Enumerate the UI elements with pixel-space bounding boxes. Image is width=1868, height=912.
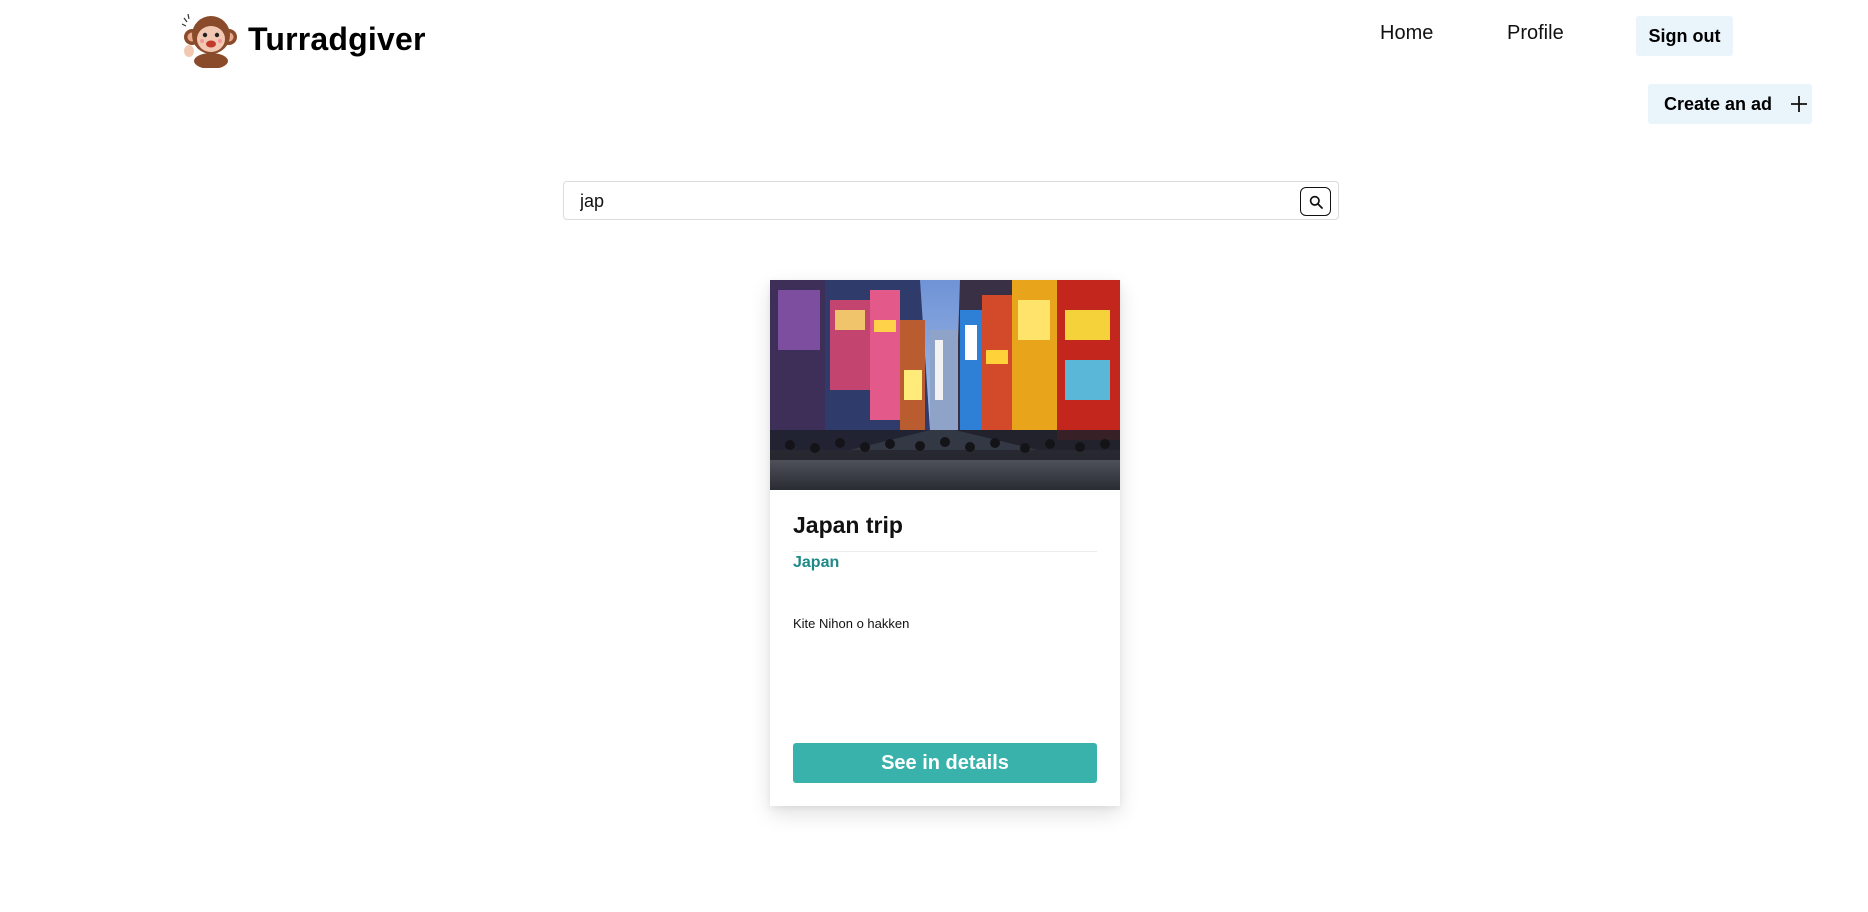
nav-profile-link[interactable]: Profile — [1507, 22, 1564, 45]
nav-home-link[interactable]: Home — [1380, 22, 1433, 45]
plus-icon — [1791, 96, 1808, 112]
ad-title: Japan trip — [793, 512, 903, 538]
search-icon — [1309, 195, 1323, 209]
ad-card-body: Japan trip Japan Kite Nihon o hakken See… — [770, 490, 1120, 806]
ad-divider — [793, 551, 1097, 552]
ad-card-image — [770, 280, 1120, 490]
brand-title: Turradgiver — [248, 20, 426, 57]
create-ad-label: Create an ad — [1664, 93, 1773, 114]
ad-card: Japan trip Japan Kite Nihon o hakken See… — [770, 280, 1120, 806]
search-button[interactable] — [1300, 187, 1331, 216]
see-details-button[interactable]: See in details — [793, 743, 1097, 783]
sign-out-button[interactable]: Sign out — [1636, 16, 1733, 56]
brand[interactable]: Turradgiver — [180, 10, 426, 68]
page: Turradgiver Home Profile Sign out Create… — [0, 0, 1868, 912]
create-ad-button[interactable]: Create an ad — [1648, 84, 1812, 124]
search-input[interactable] — [576, 188, 1266, 214]
ad-description: Kite Nihon o hakken — [793, 616, 910, 631]
ad-location: Japan — [793, 554, 840, 571]
monkey-logo-icon — [181, 13, 237, 68]
search-bar — [563, 181, 1339, 220]
